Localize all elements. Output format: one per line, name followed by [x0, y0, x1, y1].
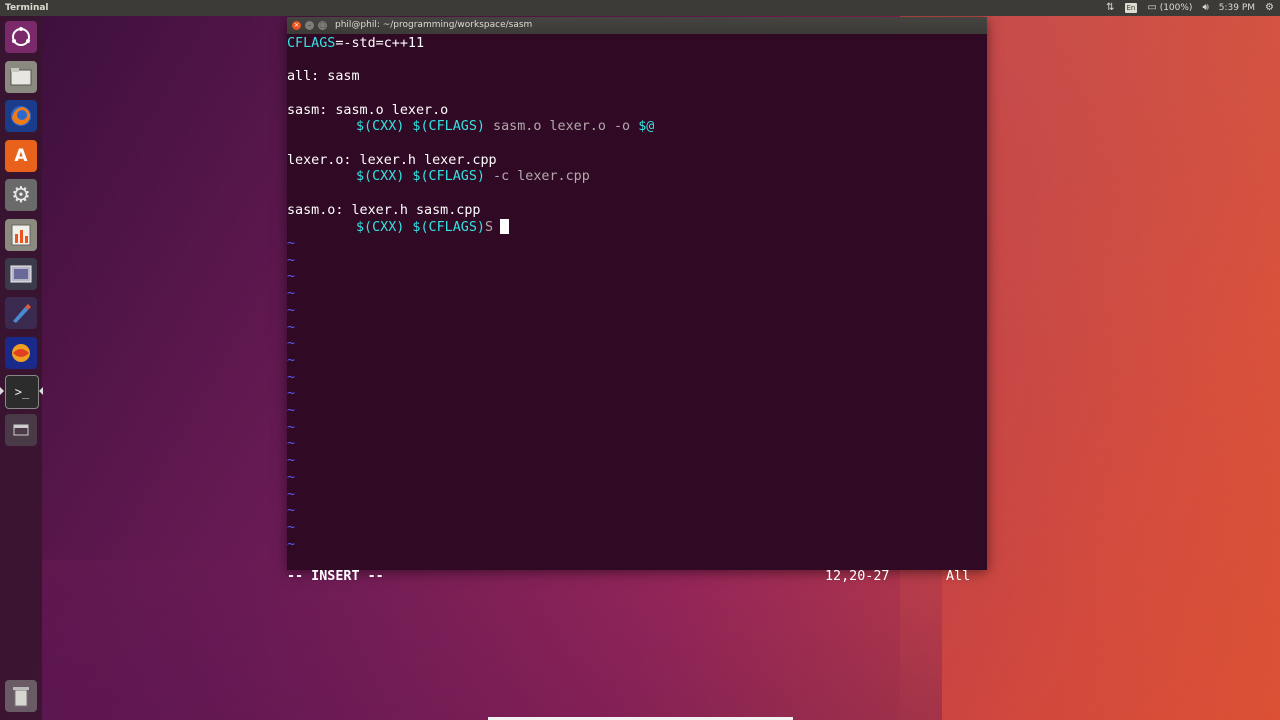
wallpaper-facet [42, 560, 942, 720]
running-indicator [0, 387, 4, 395]
tilde-marker: ~ [287, 486, 296, 502]
tilde-marker: ~ [287, 519, 296, 535]
tilde-marker: ~ [287, 286, 296, 302]
app-icon[interactable] [5, 337, 37, 369]
files-icon[interactable] [5, 61, 37, 93]
tilde-marker: ~ [287, 236, 296, 251]
editor-line: lexer.o: lexer.h lexer.cpp [287, 153, 497, 168]
software-center-icon[interactable]: A [5, 140, 37, 172]
line-text: S [485, 220, 494, 235]
editor-line: sasm: sasm.o lexer.o [287, 103, 449, 118]
tilde-marker: ~ [287, 503, 296, 519]
minimize-icon[interactable]: – [305, 21, 314, 30]
close-icon[interactable]: × [292, 21, 301, 30]
tilde-marker: ~ [287, 319, 296, 335]
editor-line: $(CXX) $(CFLAGS) sasm.o lexer.o -o $@ [356, 119, 654, 135]
cursor-position: 12,20-27 [825, 569, 890, 584]
keyboard-layout-indicator[interactable]: En [1124, 3, 1138, 13]
tilde-marker: ~ [287, 536, 296, 552]
editor-line: $(CXX) $(CFLAGS) -c lexer.cpp [356, 169, 590, 185]
top-panel: Terminal ⇅ En ▭ (100%) 🔊︎ 5:39 PM ⚙ [0, 0, 1280, 16]
clock[interactable]: 5:39 PM [1219, 0, 1255, 16]
editor-line: CFLAGS=-std=c++11 [287, 36, 424, 52]
make-variables: $(CXX) $(CFLAGS) [356, 220, 485, 235]
editor-icon[interactable] [5, 297, 37, 329]
tilde-marker: ~ [287, 269, 296, 285]
active-app-title: Terminal [5, 3, 49, 13]
gear-icon[interactable]: ⚙ [1265, 0, 1274, 16]
tilde-marker: ~ [287, 302, 296, 318]
system-settings-icon[interactable]: ⚙ [5, 179, 37, 211]
system-monitor-icon[interactable] [5, 219, 37, 251]
tilde-marker: ~ [287, 352, 296, 368]
active-indicator [39, 387, 43, 395]
variable-name: CFLAGS [287, 36, 336, 51]
tilde-marker: ~ [287, 419, 296, 435]
line-text: -c lexer.cpp [485, 169, 590, 184]
software-center-glyph: A [14, 146, 28, 166]
editor-line: all: sasm [287, 69, 360, 84]
line-text: =-std=c++11 [335, 36, 425, 51]
battery-indicator[interactable]: ▭ (100%) [1147, 0, 1192, 16]
make-variables: $(CXX) $(CFLAGS) [356, 119, 485, 134]
editor-line: sasm.o: lexer.h sasm.cpp [287, 203, 481, 218]
launcher: A ⚙ >_ [0, 16, 43, 720]
terminal-window[interactable]: × – □ phil@phil: ~/programming/workspace… [287, 17, 987, 584]
tilde-marker: ~ [287, 336, 296, 352]
volume-icon[interactable]: 🔊︎ [1202, 0, 1208, 16]
terminal-glyph: >_ [14, 385, 30, 399]
text-cursor [500, 219, 510, 234]
tilde-marker: ~ [287, 453, 296, 469]
scroll-position: All [946, 569, 971, 584]
tilde-marker: ~ [287, 369, 296, 385]
maximize-icon[interactable]: □ [318, 21, 327, 30]
tilde-marker: ~ [287, 403, 296, 418]
tilde-marker: ~ [287, 436, 296, 452]
line-text: sasm.o lexer.o -o [485, 119, 639, 134]
vim-mode-indicator: -- INSERT -- [287, 569, 384, 584]
tilde-marker: ~ [287, 469, 296, 485]
gear-icon: ⚙ [11, 182, 31, 208]
window-title: phil@phil: ~/programming/workspace/sasm [335, 20, 533, 30]
window-icon[interactable] [5, 414, 37, 446]
vim-editor[interactable]: CFLAGS=-std=c++11 all: sasm sasm: sasm.o… [287, 34, 987, 584]
editor-line: $(CXX) $(CFLAGS)S [356, 219, 510, 235]
tilde-marker: ~ [287, 386, 296, 402]
terminal-icon[interactable]: >_ [5, 375, 39, 409]
battery-icon: ▭ [1147, 2, 1157, 13]
screenshot-icon[interactable] [5, 258, 37, 290]
make-variables: $(CXX) $(CFLAGS) [356, 169, 485, 184]
tilde-marker: ~ [287, 252, 296, 268]
indicator-area: ⇅ En ▭ (100%) 🔊︎ 5:39 PM ⚙ [1106, 0, 1274, 16]
network-icon[interactable]: ⇅ [1106, 0, 1114, 16]
battery-percent: (100%) [1159, 3, 1193, 13]
window-titlebar[interactable]: × – □ phil@phil: ~/programming/workspace… [287, 17, 987, 34]
dash-icon[interactable] [5, 21, 37, 53]
auto-variable: $@ [638, 119, 655, 134]
firefox-icon[interactable] [5, 100, 37, 132]
trash-icon[interactable] [5, 680, 37, 712]
